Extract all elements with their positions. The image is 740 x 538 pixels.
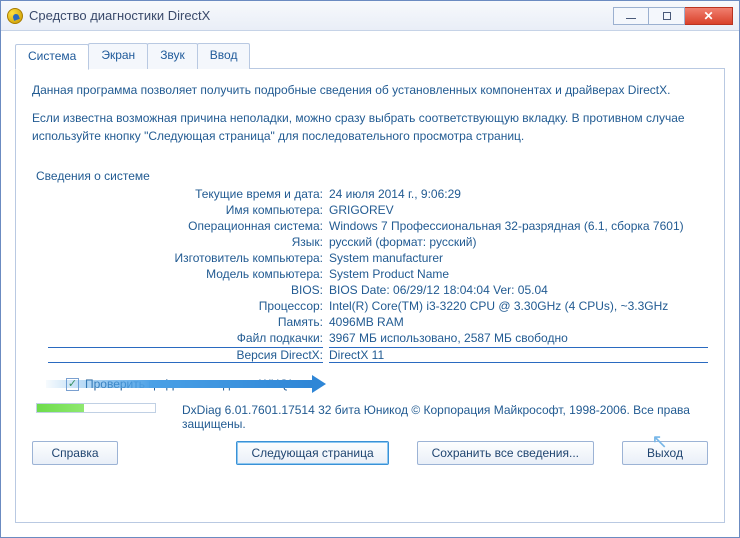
label-mfr: Изготовитель компьютера: bbox=[48, 251, 323, 265]
value-bios: BIOS Date: 06/29/12 18:04:04 Ver: 05.04 bbox=[329, 283, 708, 297]
value-pcname: GRIGOREV bbox=[329, 203, 708, 217]
tab-input[interactable]: Ввод bbox=[197, 43, 251, 69]
dxdiag-window: Средство диагностики DirectX ✕ Система Э… bbox=[0, 0, 740, 538]
dxdiag-icon bbox=[7, 8, 23, 24]
tabstrip: Система Экран Звук Ввод bbox=[15, 43, 725, 69]
label-pagefile: Файл подкачки: bbox=[48, 331, 323, 345]
intro-text: Данная программа позволяет получить подр… bbox=[32, 81, 708, 155]
tab-display[interactable]: Экран bbox=[88, 43, 148, 69]
tab-sound[interactable]: Звук bbox=[147, 43, 198, 69]
whql-checkbox[interactable]: ✓ bbox=[66, 378, 79, 391]
value-ram: 4096MB RAM bbox=[329, 315, 708, 329]
label-bios: BIOS: bbox=[48, 283, 323, 297]
label-os: Операционная система: bbox=[48, 219, 323, 233]
exit-button[interactable]: Выход bbox=[622, 441, 708, 465]
label-lang: Язык: bbox=[48, 235, 323, 249]
system-info-label: Сведения о системе bbox=[36, 169, 708, 183]
label-cpu: Процессор: bbox=[48, 299, 323, 313]
window-controls: ✕ bbox=[613, 7, 733, 25]
whql-check-row[interactable]: ✓ Проверить цифровые подписи WHQL bbox=[66, 377, 708, 391]
label-dxver: Версия DirectX: bbox=[48, 347, 323, 363]
value-model: System Product Name bbox=[329, 267, 708, 281]
save-all-button[interactable]: Сохранить все сведения... bbox=[417, 441, 594, 465]
window-title: Средство диагностики DirectX bbox=[29, 8, 210, 23]
value-datetime: 24 июля 2014 г., 9:06:29 bbox=[329, 187, 708, 201]
whql-label: Проверить цифровые подписи WHQL bbox=[85, 377, 295, 391]
maximize-button[interactable] bbox=[649, 7, 685, 25]
label-model: Модель компьютера: bbox=[48, 267, 323, 281]
progress-bar bbox=[36, 403, 156, 413]
close-button[interactable]: ✕ bbox=[685, 7, 733, 25]
label-pcname: Имя компьютера: bbox=[48, 203, 323, 217]
value-pagefile: 3967 МБ использовано, 2587 МБ свободно bbox=[329, 331, 708, 345]
minimize-button[interactable] bbox=[613, 7, 649, 25]
value-mfr: System manufacturer bbox=[329, 251, 708, 265]
intro-paragraph-2: Если известна возможная причина неполадк… bbox=[32, 109, 708, 145]
button-row: Справка Следующая страница Сохранить все… bbox=[32, 441, 708, 465]
intro-paragraph-1: Данная программа позволяет получить подр… bbox=[32, 81, 708, 99]
label-ram: Память: bbox=[48, 315, 323, 329]
titlebar[interactable]: Средство диагностики DirectX ✕ bbox=[1, 1, 739, 31]
next-page-button[interactable]: Следующая страница bbox=[236, 441, 388, 465]
system-info-grid: Текущие время и дата: 24 июля 2014 г., 9… bbox=[48, 187, 708, 363]
tab-panel-system: Данная программа позволяет получить подр… bbox=[15, 68, 725, 523]
value-dxver: DirectX 11 bbox=[329, 347, 708, 363]
tab-system[interactable]: Система bbox=[15, 44, 89, 70]
value-cpu: Intel(R) Core(TM) i3-3220 CPU @ 3.30GHz … bbox=[329, 299, 708, 313]
value-lang: русский (формат: русский) bbox=[329, 235, 708, 249]
label-datetime: Текущие время и дата: bbox=[48, 187, 323, 201]
window-body: Система Экран Звук Ввод Данная программа… bbox=[1, 31, 739, 537]
help-button[interactable]: Справка bbox=[32, 441, 118, 465]
value-os: Windows 7 Профессиональная 32-разрядная … bbox=[329, 219, 708, 233]
